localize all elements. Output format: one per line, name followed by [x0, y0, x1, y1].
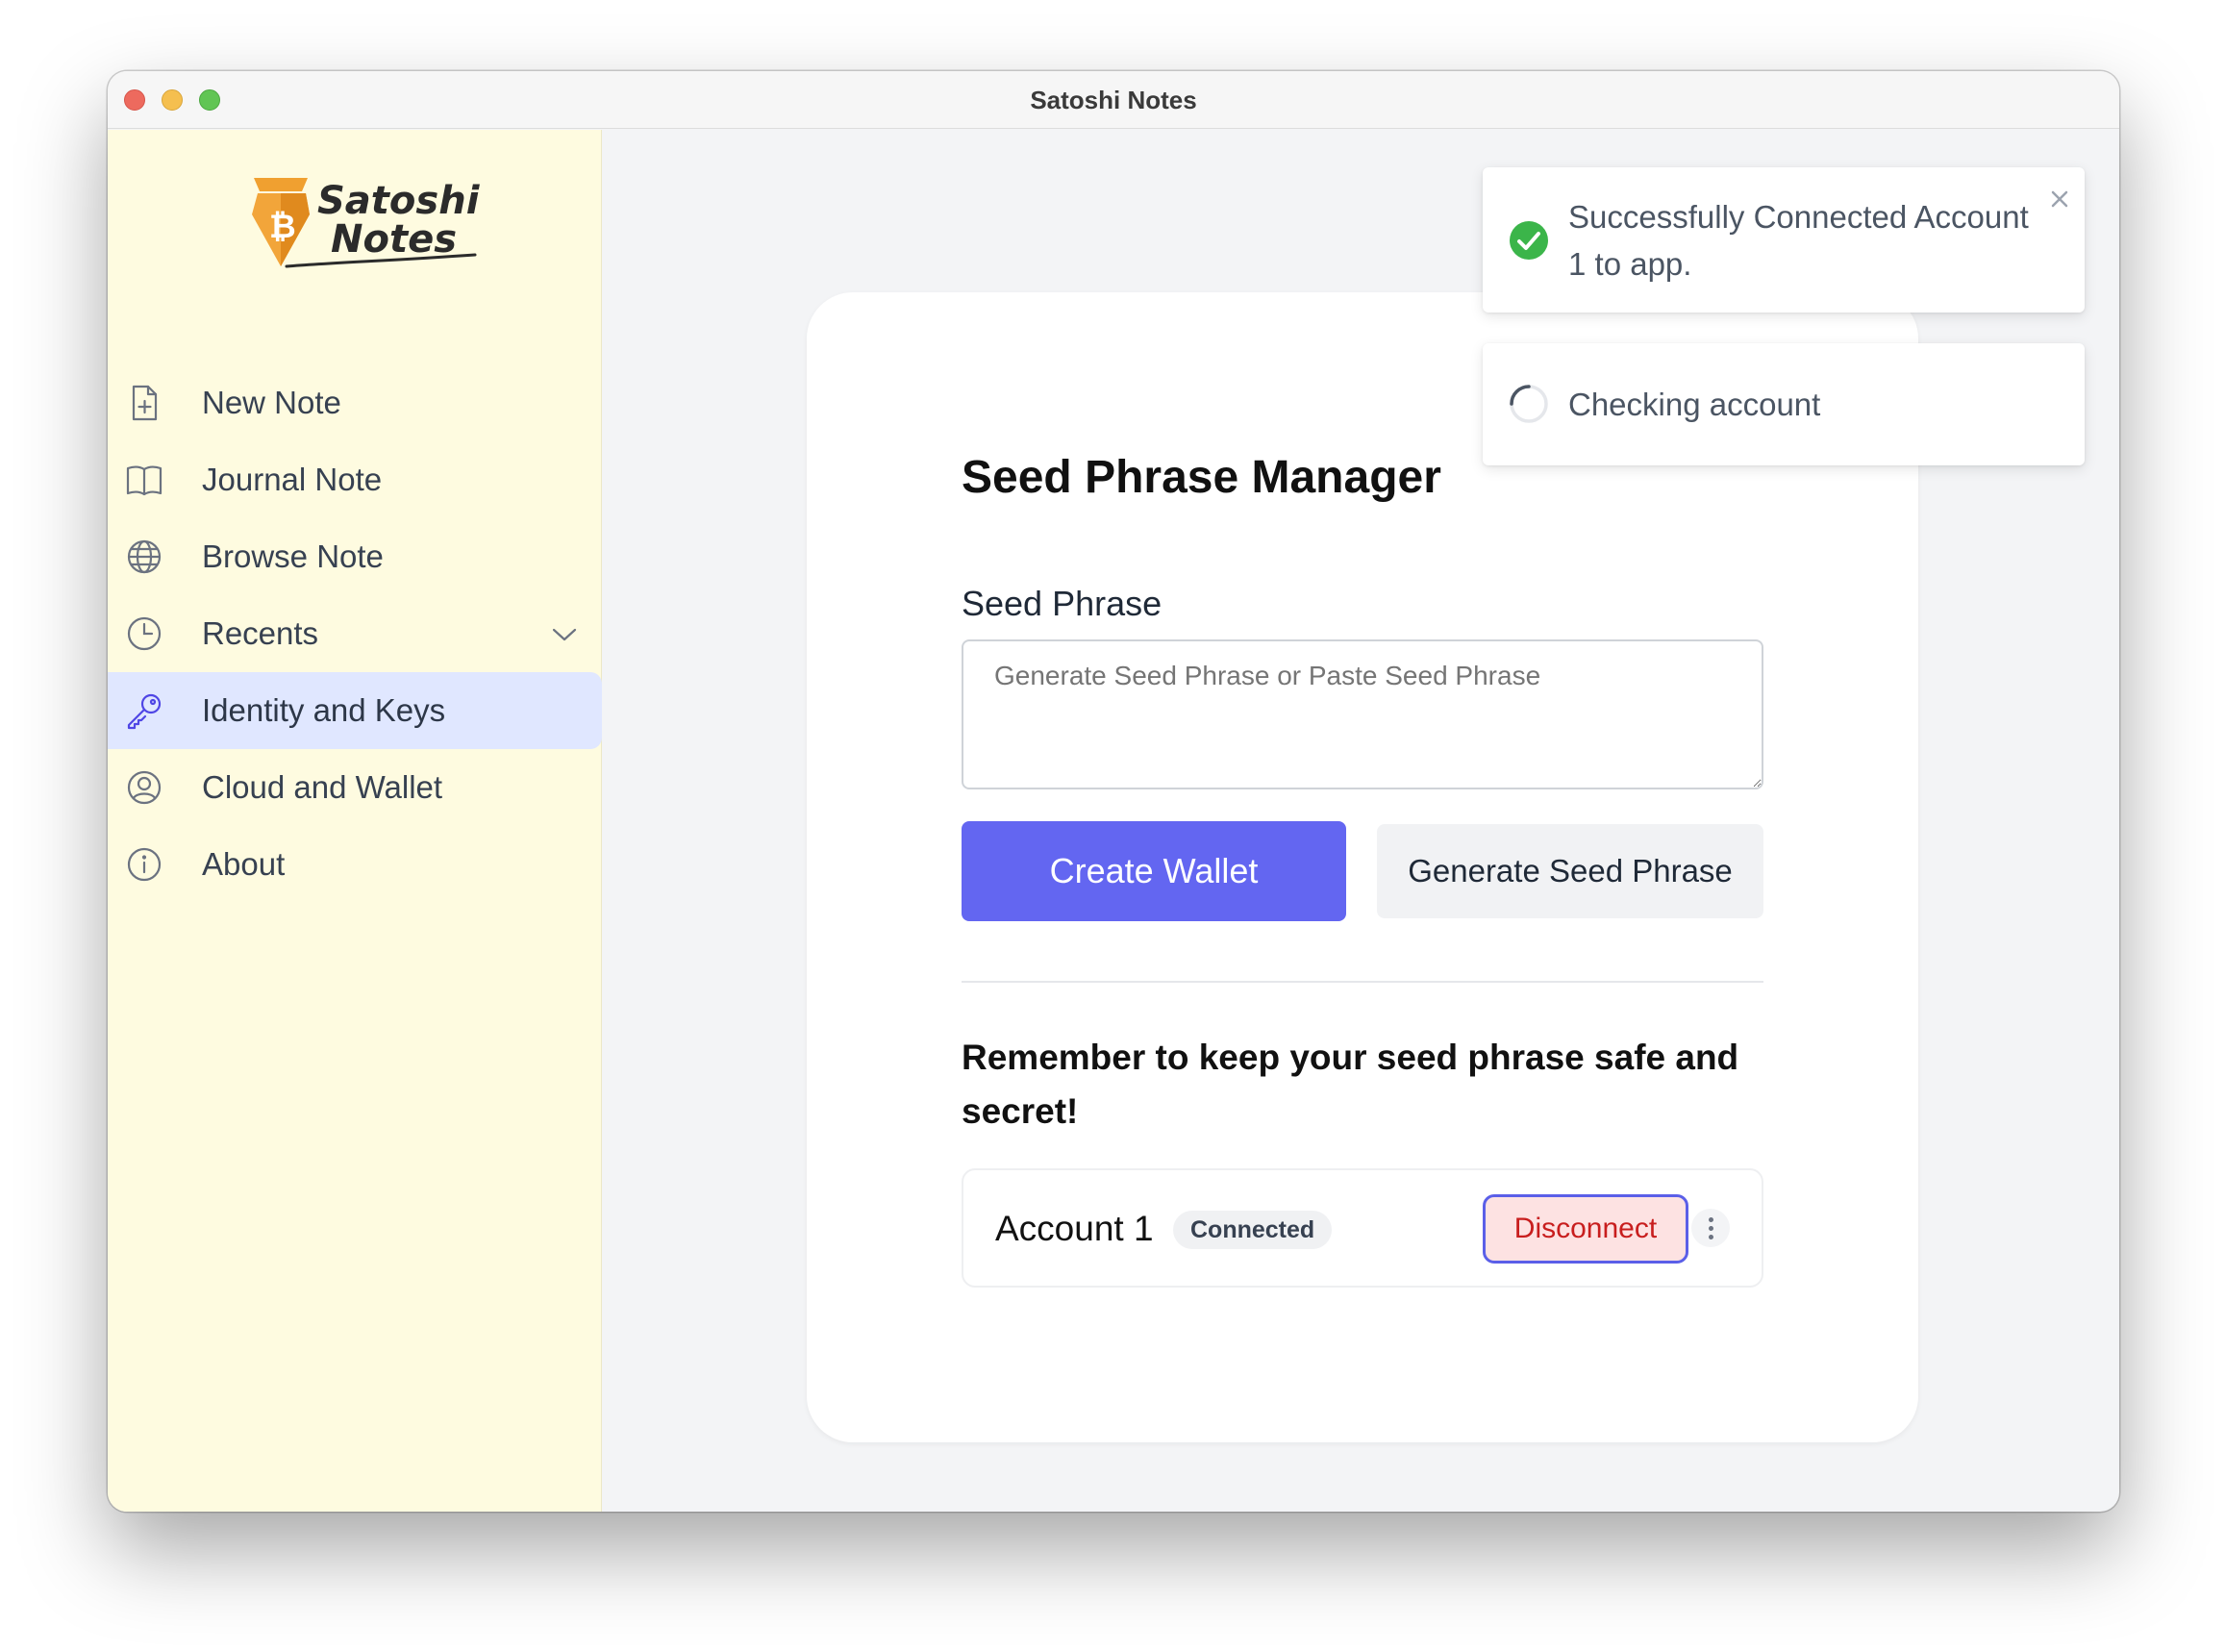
close-icon[interactable] [2045, 185, 2074, 213]
more-options-icon[interactable] [1691, 1209, 1730, 1247]
sidebar: ₿ Satoshi Notes New Note Journal Note Br… [108, 130, 602, 1512]
sidebar-item-journal-note[interactable]: Journal Note [108, 441, 602, 518]
sidebar-item-label: Identity and Keys [202, 692, 446, 728]
sidebar-item-recents[interactable]: Recents [108, 595, 602, 672]
sidebar-item-cloud-and-wallet[interactable]: Cloud and Wallet [108, 749, 602, 826]
app-window: Satoshi Notes ₿ Satoshi Notes New Note J… [108, 71, 2119, 1512]
sidebar-nav: New Note Journal Note Browse Note Recent… [108, 364, 602, 903]
seed-safety-warning: Remember to keep your seed phrase safe a… [962, 1038, 1739, 1131]
disconnect-button[interactable]: Disconnect [1483, 1194, 1688, 1264]
sidebar-item-label: About [202, 846, 286, 882]
loading-toast: Checking account [1483, 343, 2085, 465]
create-wallet-button[interactable]: Create Wallet [962, 821, 1346, 921]
sidebar-item-label: Browse Note [202, 538, 384, 574]
divider [962, 981, 1763, 983]
sidebar-item-label: Journal Note [202, 462, 383, 497]
page-title: Seed Phrase Manager [962, 452, 1441, 503]
sidebar-item-identity-and-keys[interactable]: Identity and Keys [108, 672, 602, 749]
account-name: Account 1 [995, 1209, 1154, 1248]
sidebar-item-about[interactable]: About [108, 826, 602, 903]
success-toast: Successfully Connected Account 1 to app. [1483, 167, 2085, 313]
title-bar: Satoshi Notes [108, 71, 2119, 129]
chevron-down-icon[interactable] [550, 620, 579, 649]
seed-phrase-label: Seed Phrase [962, 584, 1162, 623]
app-logo: ₿ Satoshi Notes [248, 170, 479, 276]
account-row: Account 1 Connected Disconnect [962, 1168, 1763, 1288]
status-badge: Connected [1173, 1211, 1333, 1249]
check-circle-icon [1510, 221, 1548, 260]
window-title: Satoshi Notes [1030, 86, 1197, 114]
logo-underline-swoosh [285, 253, 477, 268]
toast-message: Checking account [1568, 387, 1821, 422]
toast-message: Successfully Connected Account 1 to app. [1568, 199, 2029, 282]
sidebar-item-label: Cloud and Wallet [202, 769, 443, 805]
book-open-icon [126, 465, 162, 496]
sidebar-item-label: Recents [202, 615, 319, 651]
key-icon [127, 693, 162, 730]
clock-icon [127, 616, 162, 651]
sidebar-item-new-note[interactable]: New Note [108, 364, 602, 441]
generate-seed-phrase-button[interactable]: Generate Seed Phrase [1377, 824, 1763, 918]
document-plus-icon [132, 385, 158, 421]
globe-icon [127, 539, 162, 574]
user-circle-icon [127, 770, 162, 805]
sidebar-item-browse-note[interactable]: Browse Note [108, 518, 602, 595]
sidebar-item-label: New Note [202, 385, 341, 420]
seed-phrase-input[interactable] [962, 639, 1763, 789]
loading-spinner-icon [1510, 385, 1548, 423]
info-circle-icon [127, 847, 162, 882]
